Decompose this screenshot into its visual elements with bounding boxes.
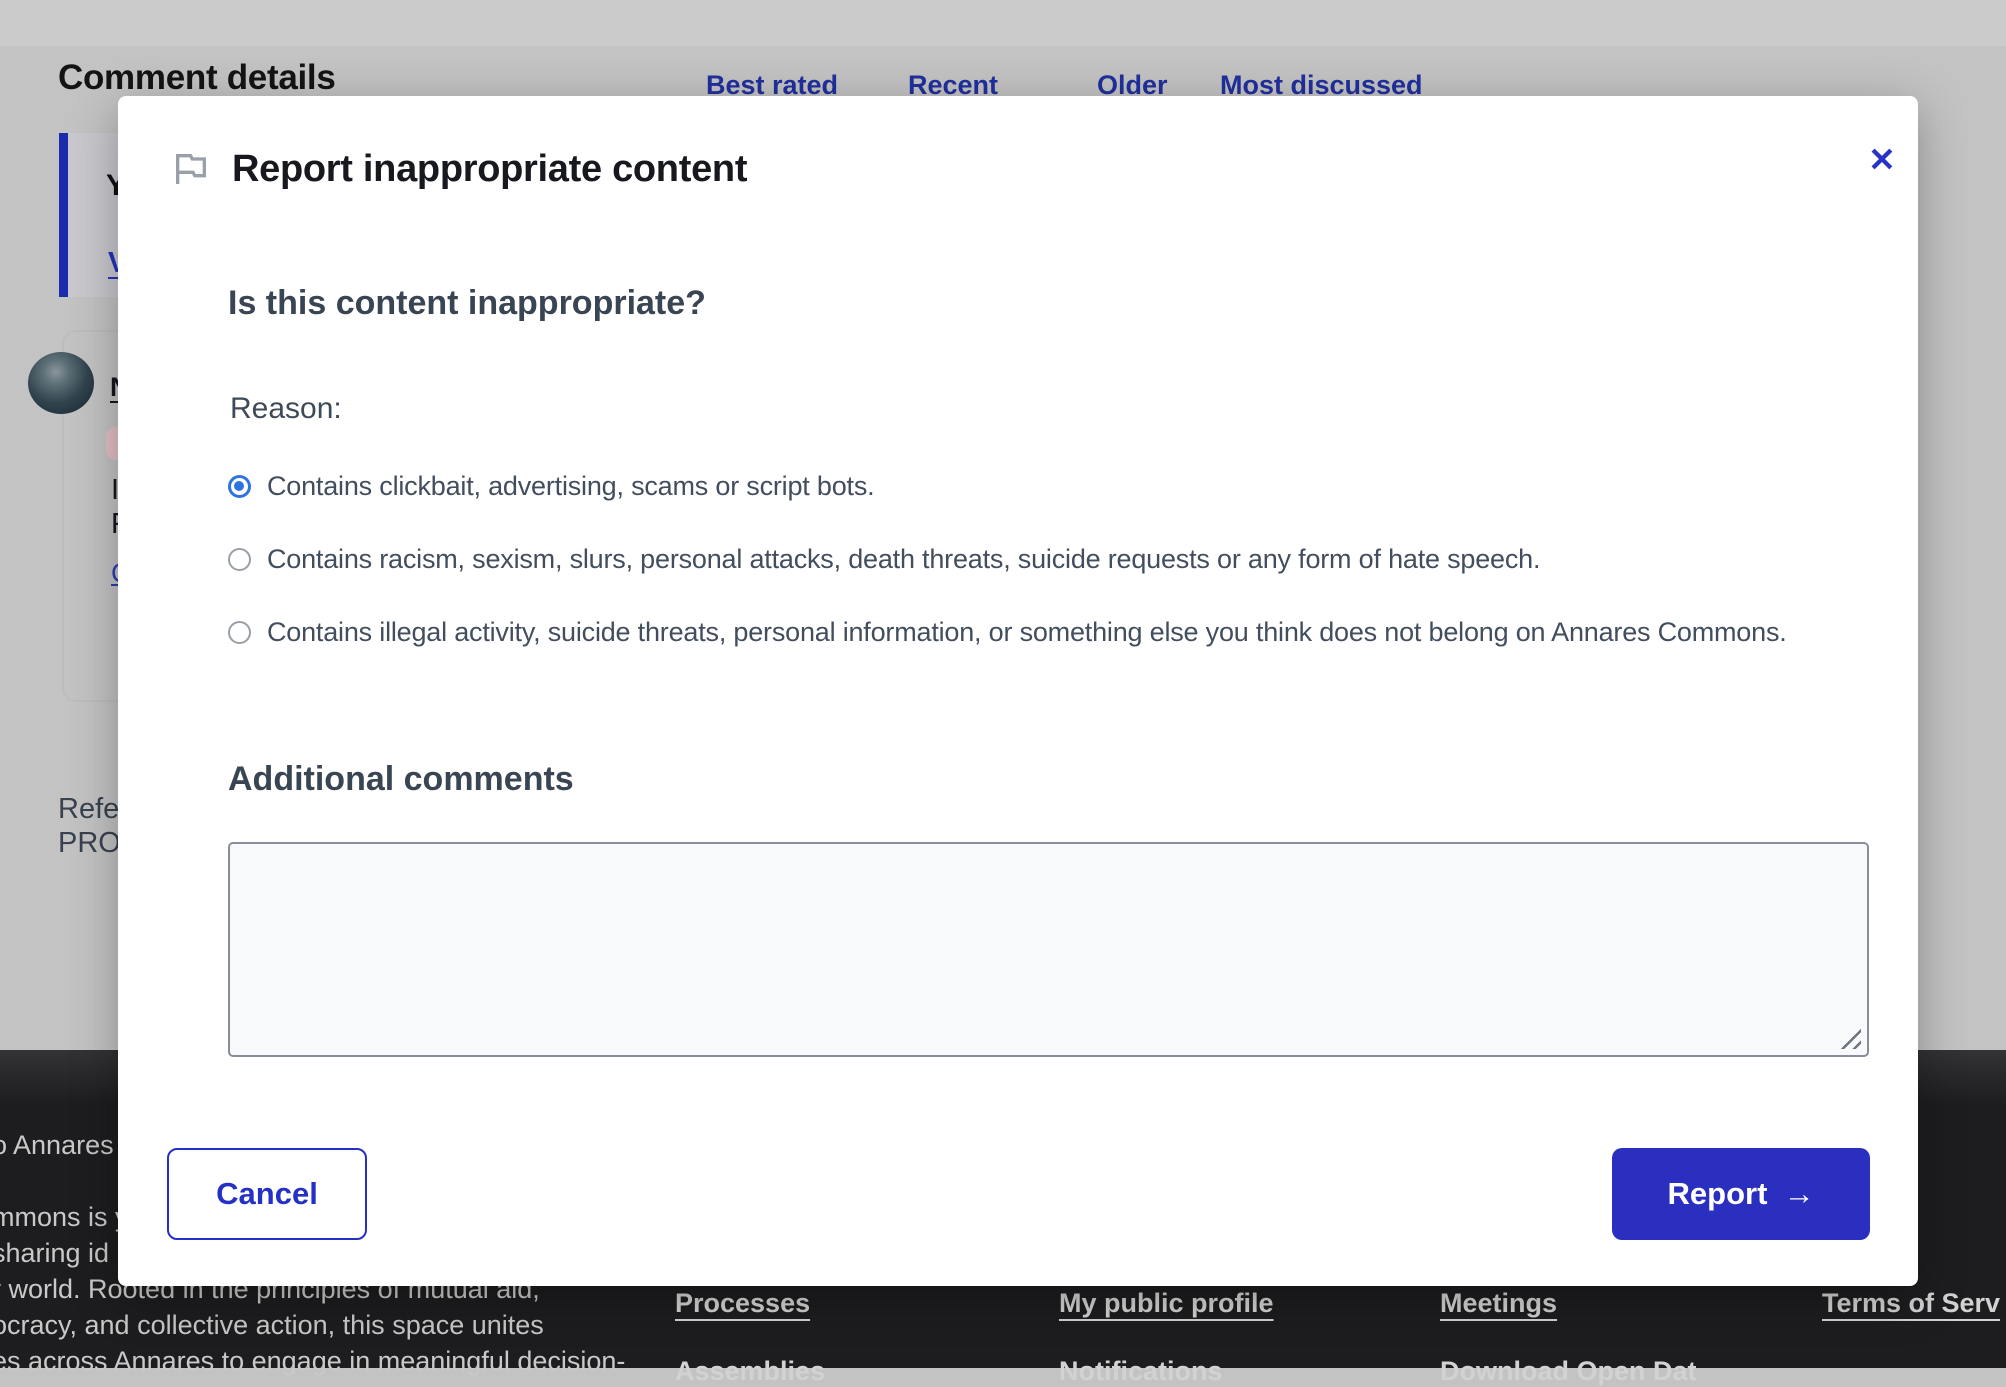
reason-option-label: Contains racism, sexism, slurs, personal…	[267, 544, 1540, 574]
dialog-question: Is this content inappropriate?	[228, 284, 706, 323]
footer-about-line: ocracy, and collective action, this spac…	[0, 1310, 544, 1341]
flag-icon	[171, 149, 211, 189]
reason-label: Reason:	[230, 392, 342, 426]
footer-link-download-open-data[interactable]: Download Open Dat	[1440, 1356, 1697, 1387]
reason-option-3[interactable]: Contains illegal activity, suicide threa…	[228, 614, 1878, 651]
arrow-right-icon: →	[1783, 1176, 1814, 1211]
radio-selected-icon[interactable]	[228, 475, 251, 498]
footer-link-terms-of-service[interactable]: Terms of Serv	[1822, 1288, 2000, 1319]
radio-unselected-icon[interactable]	[228, 548, 251, 571]
additional-comments-input[interactable]	[228, 842, 1869, 1057]
reason-option-label: Contains illegal activity, suicide threa…	[267, 617, 1787, 647]
reason-option-label: Contains clickbait, advertising, scams o…	[267, 471, 874, 501]
footer-link-meetings[interactable]: Meetings	[1440, 1288, 1557, 1319]
footer-link-processes[interactable]: Processes	[675, 1288, 810, 1319]
report-button[interactable]: Report →	[1612, 1148, 1870, 1240]
reason-options: Contains clickbait, advertising, scams o…	[228, 468, 1878, 687]
footer-about-line: es across Annares to engage in meaningfu…	[0, 1346, 625, 1377]
additional-comments-label: Additional comments	[228, 760, 574, 799]
report-dialog: Report inappropriate content ✕ Is this c…	[118, 96, 1918, 1286]
reason-option-1[interactable]: Contains clickbait, advertising, scams o…	[228, 468, 1878, 505]
footer-link-notifications[interactable]: Notifications	[1059, 1356, 1223, 1387]
footer-link-assemblies[interactable]: Assemblies	[675, 1356, 825, 1387]
dialog-title: Report inappropriate content	[232, 148, 747, 191]
reason-option-2[interactable]: Contains racism, sexism, slurs, personal…	[228, 541, 1878, 578]
cancel-button[interactable]: Cancel	[167, 1148, 367, 1240]
report-button-label: Report	[1668, 1176, 1768, 1211]
footer-about-line: sharing id	[0, 1238, 109, 1269]
close-icon[interactable]: ✕	[1856, 134, 1908, 186]
footer-about-line: mmons is y	[0, 1202, 129, 1233]
user-avatar[interactable]	[28, 352, 94, 414]
radio-unselected-icon[interactable]	[228, 621, 251, 644]
top-band	[0, 0, 2006, 46]
page-title: Comment details	[58, 58, 336, 98]
footer-link-my-public-profile[interactable]: My public profile	[1059, 1288, 1274, 1319]
